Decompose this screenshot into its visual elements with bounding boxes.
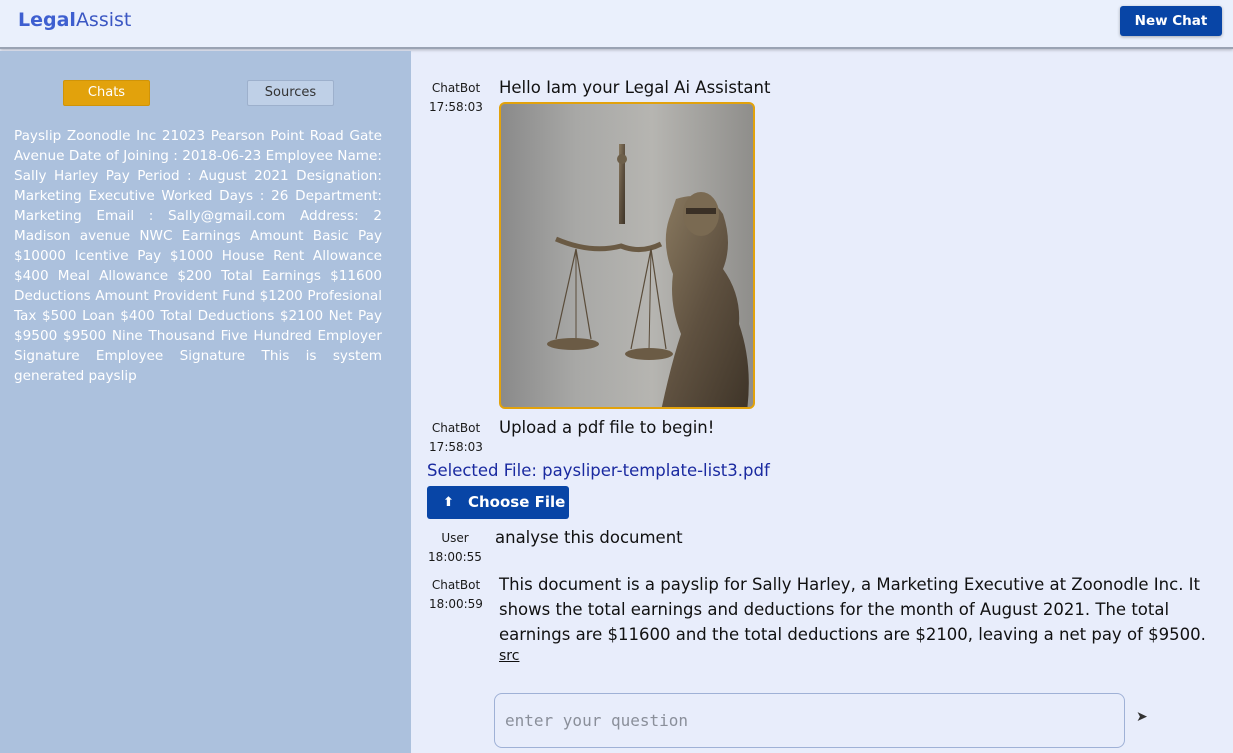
choose-file-button[interactable]: ⬆ Choose File — [427, 486, 569, 519]
app-header: LegalAssist New Chat — [0, 0, 1233, 49]
upload-icon: ⬆ — [443, 495, 454, 510]
send-icon[interactable]: ➤ — [1136, 709, 1148, 725]
brand-legal: Legal — [18, 9, 76, 31]
choose-file-label: Choose File — [468, 493, 566, 511]
selected-file-label: Selected File: paysliper-template-list3.… — [427, 461, 770, 480]
source-link[interactable]: src — [499, 648, 519, 664]
sidebar: Chats Sources Payslip Zoonodle Inc 21023… — [0, 51, 411, 753]
message-meta: ChatBot 18:00:59 — [421, 576, 491, 614]
message-meta: ChatBot 17:58:03 — [421, 79, 491, 117]
question-input[interactable] — [494, 693, 1125, 748]
message-sender: ChatBot — [431, 81, 481, 95]
message-time: 17:58:03 — [429, 100, 483, 114]
message-time: 18:00:59 — [429, 597, 483, 611]
message-sender: ChatBot — [431, 421, 481, 435]
message-time: 18:00:55 — [428, 550, 482, 564]
message-text: This document is a payslip for Sally Har… — [499, 575, 1206, 644]
message-text: Hello Iam your Legal Ai Assistant — [499, 78, 771, 97]
message-time: 17:58:03 — [429, 440, 483, 454]
lady-justice-image — [499, 102, 755, 409]
message-sender: ChatBot — [431, 578, 481, 592]
message-meta: ChatBot 17:58:03 — [421, 419, 491, 457]
message-text: Upload a pdf file to begin! — [499, 418, 715, 437]
brand-assist: Assist — [75, 9, 132, 31]
chat-area: ChatBot 17:58:03 Hello Iam your Legal Ai… — [411, 51, 1233, 753]
message-text: analyse this document — [495, 528, 683, 547]
source-text: Payslip Zoonodle Inc 21023 Pearson Point… — [14, 128, 382, 384]
tab-sources[interactable]: Sources — [247, 80, 334, 106]
app-logo: LegalAssist — [18, 9, 131, 31]
tab-chats[interactable]: Chats — [63, 80, 150, 106]
new-chat-button[interactable]: New Chat — [1120, 6, 1222, 36]
message-meta: User 18:00:55 — [420, 529, 490, 567]
message-sender: User — [441, 531, 469, 545]
